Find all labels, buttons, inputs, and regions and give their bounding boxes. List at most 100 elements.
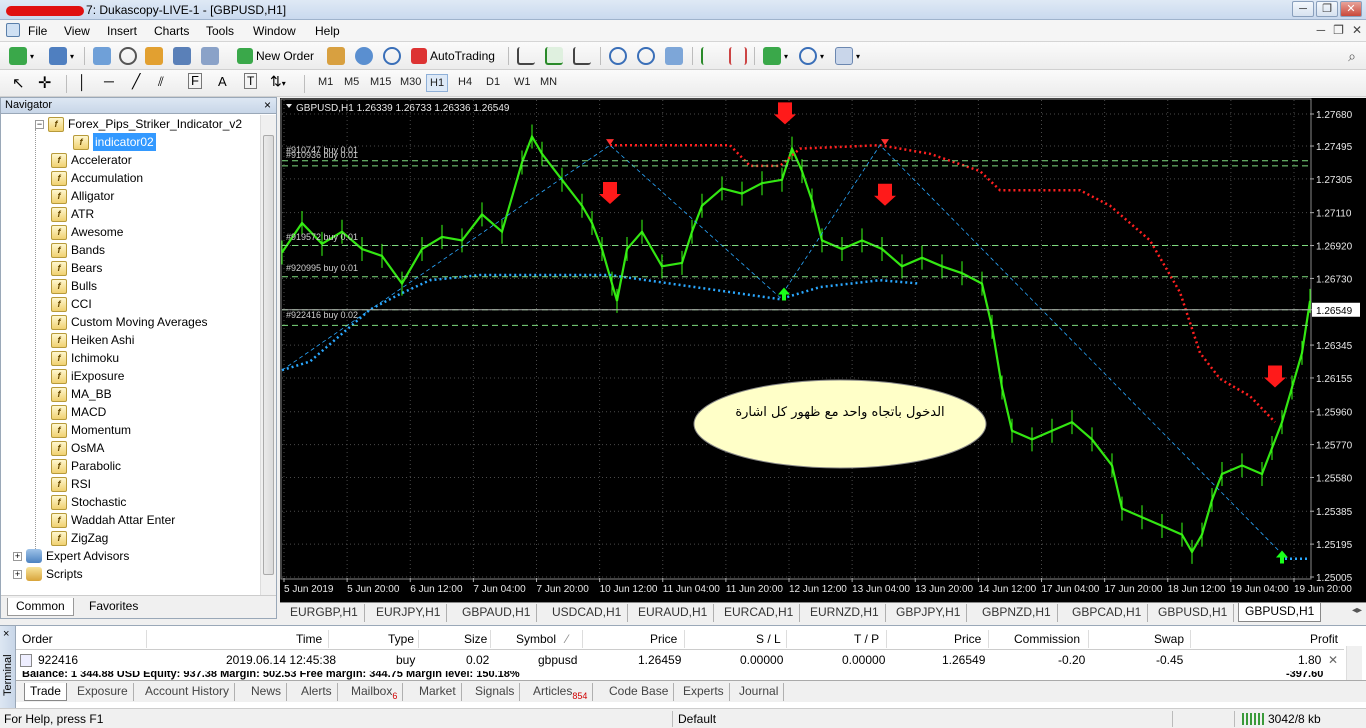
metaeditor-icon[interactable] bbox=[327, 47, 345, 65]
community-icon[interactable] bbox=[355, 47, 373, 65]
line-chart-icon[interactable] bbox=[573, 47, 591, 65]
col-current-price[interactable]: Price bbox=[954, 632, 981, 646]
mdi-close-button[interactable]: ✕ bbox=[1352, 23, 1362, 37]
nav-item[interactable]: f RSI bbox=[51, 475, 91, 493]
nav-item[interactable]: f Bears bbox=[51, 259, 102, 277]
chart-tab[interactable]: EURCAD,H1 bbox=[718, 604, 801, 622]
periods-icon[interactable] bbox=[799, 47, 817, 65]
chart-tab[interactable]: EURAUD,H1 bbox=[632, 604, 715, 622]
chart-window[interactable]: 1.27680 1.27495 1.27305 1.27110 1.26920 1.267… bbox=[280, 98, 1366, 602]
tf-mn[interactable]: MN bbox=[540, 76, 557, 88]
menu-insert[interactable]: Insert bbox=[107, 24, 137, 38]
auto-scroll-icon[interactable] bbox=[701, 47, 719, 65]
nav-item[interactable]: f Ichimoku bbox=[51, 349, 119, 367]
navigator-close-button[interactable]: × bbox=[264, 98, 271, 113]
trendline-icon[interactable]: ╱ bbox=[132, 73, 140, 90]
chart-tab[interactable]: EURJPY,H1 bbox=[370, 604, 448, 622]
nav-item[interactable]: f Waddah Attar Enter bbox=[51, 511, 175, 529]
nav-group-experts[interactable]: + Expert Advisors bbox=[13, 547, 129, 565]
col-time[interactable]: Time bbox=[296, 632, 322, 646]
tabs-scroll-icon[interactable]: ◂▸ bbox=[1352, 605, 1362, 616]
zoom-out-icon[interactable] bbox=[637, 47, 655, 65]
menu-file[interactable]: File bbox=[28, 24, 47, 38]
signals-icon[interactable] bbox=[383, 47, 401, 65]
tab-alerts[interactable]: Alerts bbox=[296, 683, 338, 701]
tab-common[interactable]: Common bbox=[7, 598, 74, 616]
nav-folder-indicator[interactable]: − f Forex_Pips_Striker_Indicator_v2 bbox=[35, 115, 242, 133]
col-symbol[interactable]: Symbol bbox=[516, 632, 556, 646]
mdi-restore-button[interactable]: ❐ bbox=[1333, 23, 1344, 37]
table-row[interactable]: 922416 2019.06.14 12:45:38 buy 0.02 gbpu… bbox=[16, 650, 1344, 670]
tab-code-base[interactable]: Code Base bbox=[604, 683, 675, 701]
nav-item[interactable]: f Stochastic bbox=[51, 493, 126, 511]
mdi-minimize-button[interactable]: ─ bbox=[1317, 23, 1326, 37]
channel-icon[interactable]: ⫽ bbox=[158, 74, 164, 90]
tab-experts[interactable]: Experts bbox=[678, 683, 730, 701]
nav-item[interactable]: f Awesome bbox=[51, 223, 123, 241]
navigator-scroll-thumb[interactable] bbox=[263, 135, 274, 575]
chart-tab[interactable]: GBPUSD,H1 bbox=[1238, 602, 1322, 622]
new-order-button[interactable]: New Order bbox=[234, 46, 317, 66]
tf-m5[interactable]: M5 bbox=[344, 76, 359, 88]
nav-item[interactable]: f Parabolic bbox=[51, 457, 121, 475]
chart-tab[interactable]: USDCAD,H1 bbox=[546, 604, 629, 622]
nav-item[interactable]: f MA_BB bbox=[51, 385, 112, 403]
zoom-in-icon[interactable] bbox=[609, 47, 627, 65]
menu-help[interactable]: Help bbox=[315, 24, 340, 38]
bar-chart-icon[interactable] bbox=[517, 47, 535, 65]
tf-m15[interactable]: M15 bbox=[370, 76, 391, 88]
tab-news[interactable]: News bbox=[246, 683, 288, 701]
col-size[interactable]: Size bbox=[464, 632, 487, 646]
col-type[interactable]: Type bbox=[388, 632, 414, 646]
tab-journal[interactable]: Journal bbox=[734, 683, 785, 701]
tab-account-history[interactable]: Account History bbox=[140, 683, 236, 701]
autotrading-button[interactable]: AutoTrading bbox=[408, 46, 498, 66]
vertical-line-icon[interactable]: │ bbox=[78, 74, 87, 90]
nav-item[interactable]: f Alligator bbox=[51, 187, 114, 205]
tf-m1[interactable]: M1 bbox=[318, 76, 333, 88]
nav-item[interactable]: f Accumulation bbox=[51, 169, 143, 187]
nav-item[interactable]: f Heiken Ashi bbox=[51, 331, 134, 349]
expand-icon[interactable]: + bbox=[13, 569, 22, 579]
nav-item[interactable]: f OsMA bbox=[51, 439, 104, 457]
nav-item[interactable]: f iExposure bbox=[51, 367, 124, 385]
tf-h4[interactable]: H4 bbox=[458, 76, 472, 88]
nav-item[interactable]: f Bulls bbox=[51, 277, 97, 295]
chart-tab[interactable]: GBPCAD,H1 bbox=[1066, 604, 1149, 622]
crosshair-icon[interactable]: ✛ bbox=[38, 73, 51, 93]
chart-shift-icon[interactable] bbox=[729, 47, 747, 65]
menu-window[interactable]: Window bbox=[253, 24, 296, 38]
price-chart[interactable]: 1.27680 1.27495 1.27305 1.27110 1.26920 1.267… bbox=[280, 98, 1366, 602]
navigator-icon[interactable] bbox=[145, 47, 163, 65]
horizontal-line-icon[interactable]: ─ bbox=[104, 73, 114, 89]
search-icon[interactable]: ⌕ bbox=[1348, 48, 1356, 65]
col-sl[interactable]: S / L bbox=[756, 632, 781, 646]
menu-tools[interactable]: Tools bbox=[206, 24, 234, 38]
menu-charts[interactable]: Charts bbox=[154, 24, 189, 38]
menu-view[interactable]: View bbox=[64, 24, 90, 38]
col-commission[interactable]: Commission bbox=[1014, 632, 1080, 646]
minimize-button[interactable]: ─ bbox=[1292, 1, 1314, 17]
tf-w1[interactable]: W1 bbox=[514, 76, 531, 88]
chart-tab[interactable]: GBPJPY,H1 bbox=[890, 604, 968, 622]
text-icon[interactable]: A bbox=[218, 74, 227, 89]
cursor-icon[interactable]: ↖ bbox=[12, 74, 25, 92]
tab-trade[interactable]: Trade bbox=[24, 683, 67, 701]
nav-item[interactable]: f Custom Moving Averages bbox=[51, 313, 208, 331]
text-label-icon[interactable]: T bbox=[244, 73, 258, 89]
col-swap[interactable]: Swap bbox=[1154, 632, 1184, 646]
collapse-icon[interactable]: − bbox=[35, 119, 44, 129]
nav-group-scripts[interactable]: + Scripts bbox=[13, 565, 83, 583]
col-price[interactable]: Price bbox=[650, 632, 677, 646]
close-order-icon[interactable]: ✕ bbox=[1328, 653, 1338, 667]
indicators-icon[interactable] bbox=[763, 47, 781, 65]
nav-item[interactable]: f Accelerator bbox=[51, 151, 132, 169]
terminal-close-button[interactable]: × bbox=[3, 628, 9, 640]
data-window-icon[interactable] bbox=[119, 47, 137, 65]
chart-tab[interactable]: EURNZD,H1 bbox=[804, 604, 886, 622]
col-tp[interactable]: T / P bbox=[854, 632, 879, 646]
tab-market[interactable]: Market bbox=[414, 683, 462, 701]
strategy-tester-icon[interactable] bbox=[201, 47, 219, 65]
col-profit[interactable]: Profit bbox=[1310, 632, 1338, 646]
nav-item[interactable]: f MACD bbox=[51, 403, 106, 421]
